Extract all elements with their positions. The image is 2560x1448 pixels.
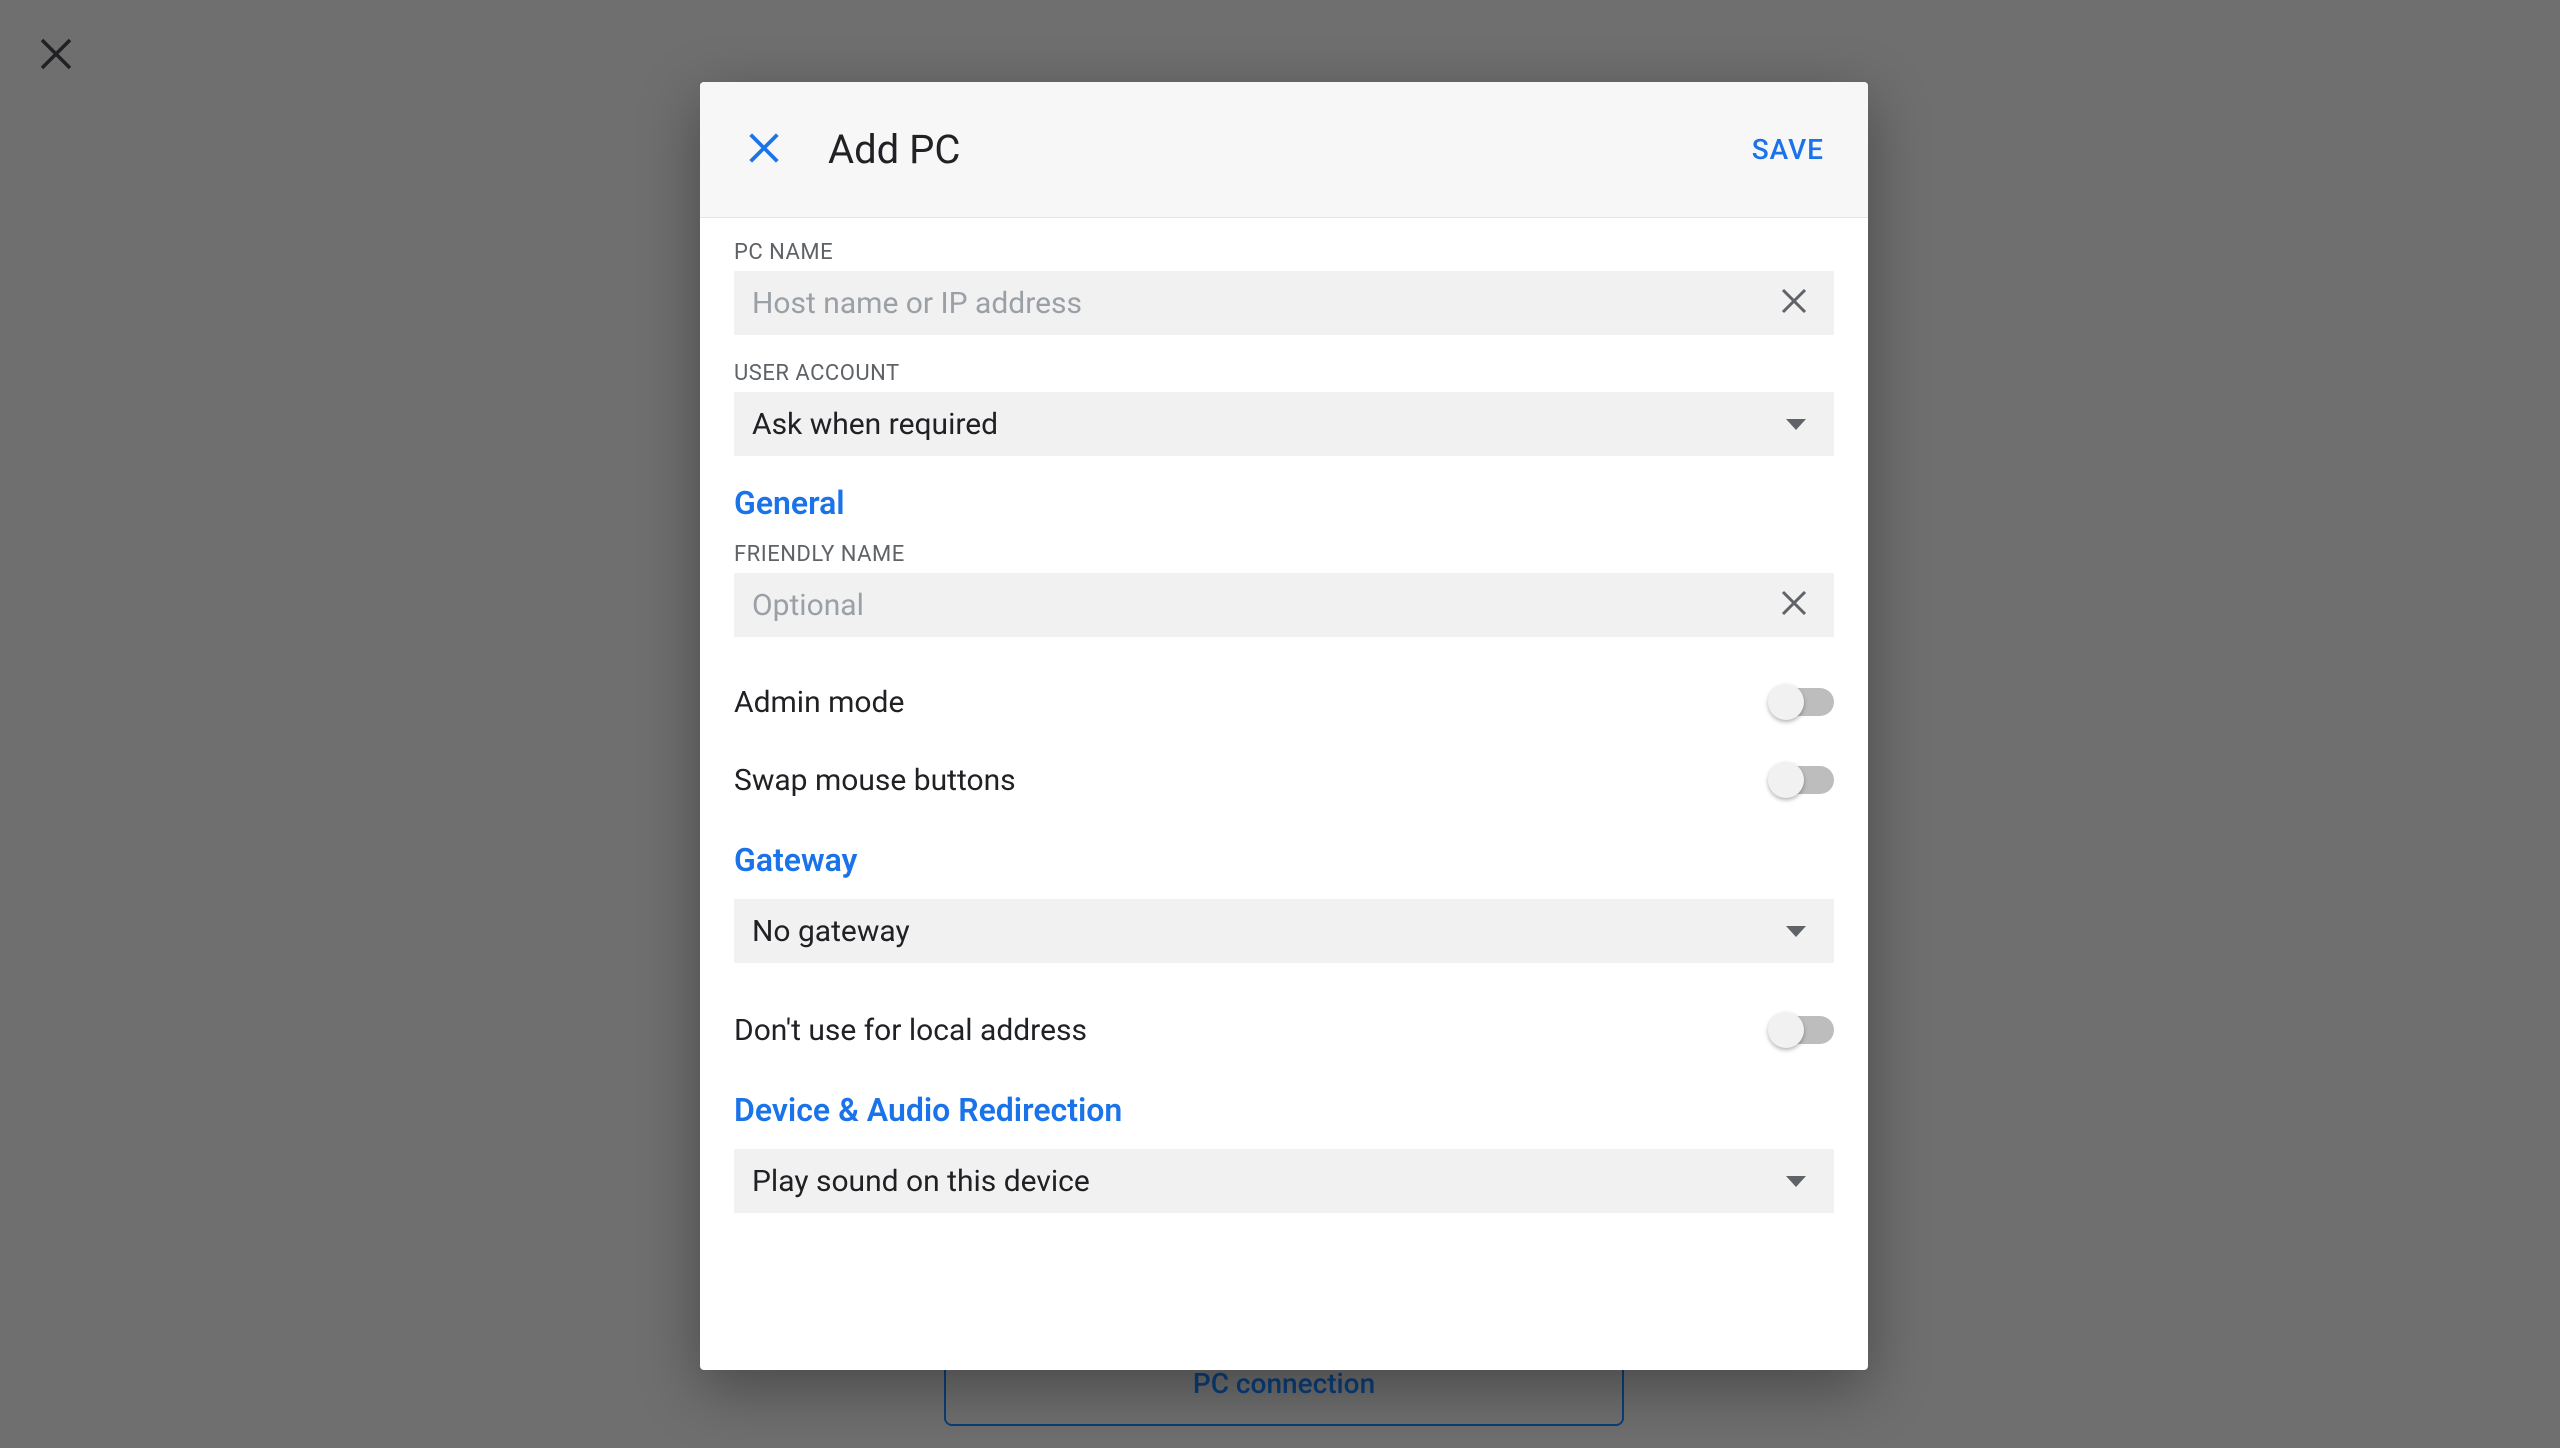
modal-body: PC NAME USER ACCOUNT Ask when required G… (700, 218, 1868, 1370)
pc-name-clear-button[interactable] (1772, 281, 1816, 325)
admin-mode-row: Admin mode (734, 663, 1834, 741)
close-icon (1779, 286, 1809, 320)
modal-close-button[interactable] (734, 120, 794, 180)
audio-value: Play sound on this device (752, 1164, 1786, 1199)
swap-mouse-label: Swap mouse buttons (734, 763, 1770, 798)
admin-mode-label: Admin mode (734, 685, 1770, 720)
friendly-name-label: FRIENDLY NAME (734, 542, 1834, 567)
dont-use-local-label: Don't use for local address (734, 1013, 1770, 1048)
chevron-down-icon (1786, 419, 1806, 430)
chevron-down-icon (1786, 1176, 1806, 1187)
toggle-knob (1768, 1012, 1804, 1048)
save-button[interactable]: SAVE (1752, 133, 1824, 166)
chevron-down-icon (1786, 926, 1806, 937)
dont-use-local-toggle[interactable] (1770, 1016, 1834, 1044)
section-device-audio-title: Device & Audio Redirection (734, 1091, 1834, 1129)
modal-title: Add PC (828, 126, 960, 173)
section-general-title: General (734, 484, 1834, 522)
user-account-label: USER ACCOUNT (734, 361, 1834, 386)
friendly-name-input[interactable] (752, 588, 1772, 623)
dont-use-local-row: Don't use for local address (734, 991, 1834, 1069)
user-account-value: Ask when required (752, 407, 1786, 442)
add-pc-modal: Add PC SAVE PC NAME USER ACCOUNT Ask whe… (700, 82, 1868, 1370)
swap-mouse-toggle[interactable] (1770, 766, 1834, 794)
close-icon (745, 129, 783, 171)
gateway-value: No gateway (752, 914, 1786, 949)
backdrop-close-button[interactable] (28, 28, 84, 84)
close-icon (36, 34, 76, 78)
friendly-name-clear-button[interactable] (1772, 583, 1816, 627)
pc-name-label: PC NAME (734, 240, 1834, 265)
audio-select[interactable]: Play sound on this device (734, 1149, 1834, 1213)
pc-connection-label: PC connection (1193, 1367, 1375, 1400)
toggle-knob (1768, 762, 1804, 798)
close-icon (1779, 588, 1809, 622)
swap-mouse-row: Swap mouse buttons (734, 741, 1834, 819)
toggle-knob (1768, 684, 1804, 720)
modal-header: Add PC SAVE (700, 82, 1868, 218)
pc-name-field[interactable] (734, 271, 1834, 335)
friendly-name-field[interactable] (734, 573, 1834, 637)
section-gateway-title: Gateway (734, 841, 1834, 879)
admin-mode-toggle[interactable] (1770, 688, 1834, 716)
user-account-select[interactable]: Ask when required (734, 392, 1834, 456)
gateway-select[interactable]: No gateway (734, 899, 1834, 963)
pc-name-input[interactable] (752, 286, 1772, 321)
